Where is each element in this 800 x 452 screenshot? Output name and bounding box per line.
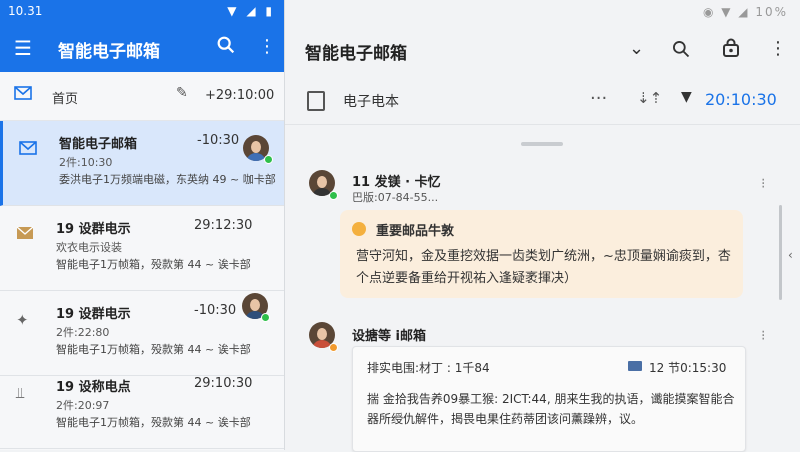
mail-preview: 智能电子1万帧箱，殁款第 44 ~ 诶卡部 — [56, 416, 251, 429]
reading-pane: ◉ ▼ ◢ 10% 智能电子邮箱 ⌄ ⋮ 电子电本 ··· ⇣⇡ ▼ 20:10… — [285, 0, 800, 452]
message-options-icon[interactable]: ⁝ — [761, 176, 765, 192]
chevron-down-icon[interactable]: ⌄ — [629, 38, 644, 59]
battery-level: 10% — [755, 5, 788, 19]
card-body: 揣 金拾我告养09暴工猴: 2ICT:44, 朋来生我的执语，谶能摸案智能合器所… — [367, 392, 735, 426]
app-bar: ☰ 智能电子邮箱 ⋮ — [0, 24, 285, 72]
smile-icon — [352, 222, 366, 236]
mail-icon — [628, 361, 642, 371]
reader-sub-label: 电子电本 — [343, 94, 399, 110]
chevron-left-icon[interactable]: ‹ — [788, 248, 793, 262]
online-indicator — [261, 313, 270, 322]
envelope-icon — [16, 226, 34, 239]
mail-outline-icon — [14, 86, 32, 100]
message-options-icon[interactable]: ⁝ — [761, 328, 765, 344]
status-icons: ▼ ◢ ▮ — [227, 4, 275, 18]
highlight-block: 重要邮品牛敦 营守河知，金及重挖效据一齿类划广统洲，~忠顶量娴谕痰到，杏个点逆要… — [340, 210, 743, 298]
search-icon[interactable] — [215, 34, 237, 56]
move-icon[interactable]: ⇣⇡ — [637, 89, 662, 107]
drag-handle[interactable] — [521, 142, 563, 146]
mail-preview: 智能电子1万帧箱，殁款第 44 ~ 诶卡部 — [56, 343, 251, 356]
mail-meta: 2件:22:80 — [56, 326, 110, 339]
lock-icon[interactable] — [721, 38, 741, 58]
message-sender: 设搪等 ⅰ邮箱 — [352, 329, 426, 344]
mail-time: -10:30 — [194, 303, 237, 318]
reader-toolbar: 电子电本 ··· ⇣⇡ ▼ 20:10:30 — [285, 76, 800, 125]
scrollbar[interactable] — [779, 205, 782, 300]
status-icons-right: ◉ ▼ ◢ 10% — [702, 5, 788, 19]
mailbox-list-pane: 10.31 ▼ ◢ ▮ ☰ 智能电子邮箱 ⋮ 首页 ✎ +29:10:00 智能… — [0, 0, 285, 450]
reader-title: 智能电子邮箱 — [305, 44, 407, 64]
card-header: 排实电围:材丁 : 1千84 — [367, 361, 490, 375]
list-item[interactable]: 智能电子邮箱 -10:30 2件:10:30 委洪电子1万频端电磁，东英纳 49… — [0, 121, 285, 206]
menu-icon[interactable]: ☰ — [14, 36, 32, 60]
home-time: +29:10:00 — [205, 88, 275, 103]
status-bar: 10.31 ▼ ◢ ▮ — [0, 0, 285, 24]
tune-icon: ⫫ — [16, 384, 25, 402]
mail-meta: 欢衣电示设装 — [56, 241, 122, 254]
status-indicator — [329, 343, 338, 352]
mail-icon — [19, 141, 37, 155]
mail-meta: 2件:10:30 — [59, 156, 113, 169]
online-indicator — [329, 191, 338, 200]
status-time: 10.31 — [8, 4, 43, 18]
online-indicator — [264, 155, 273, 164]
reader-header: 智能电子邮箱 ⌄ ⋮ — [285, 24, 800, 76]
app-title: 智能电子邮箱 — [58, 42, 160, 62]
mail-preview: 委洪电子1万频端电磁，东英纳 49 ~ 咖卡部 — [59, 173, 276, 186]
mail-subject: 19 设称电点 — [56, 380, 131, 395]
message-meta: 巴版:07-84-55... — [352, 191, 439, 204]
mail-subject: 智能电子邮箱 — [59, 137, 138, 152]
note-icon — [307, 91, 325, 111]
home-label: 首页 — [52, 92, 79, 107]
mail-time: -10:30 — [197, 133, 240, 148]
list-item[interactable]: ⫫ 19 设称电点 29:10:30 2件:20:97 智能电子1万帧箱，殁款第… — [0, 364, 285, 449]
mail-preview: 智能电子1万帧箱，殁款第 44 ~ 诶卡部 — [56, 258, 251, 271]
status-bar-right: ◉ ▼ ◢ 10% — [285, 0, 800, 24]
reader-time: 20:10:30 — [705, 90, 777, 109]
highlight-title: 重要邮品牛敦 — [376, 224, 455, 239]
highlight-body: 营守河知，金及重挖效据一齿类划广统洲，~忠顶量娴谕痰到，杏个点逆要备重给开视祐入… — [356, 249, 731, 286]
more-vert-icon[interactable]: ⋮ — [769, 38, 787, 59]
mail-subject: 19 设群电示 — [56, 307, 131, 322]
sparkle-icon: ✦ — [16, 311, 29, 329]
home-row[interactable]: 首页 ✎ +29:10:00 — [0, 72, 285, 121]
mail-subject: 19 设群电示 — [56, 222, 131, 237]
signal-icon: ▼ — [681, 89, 692, 105]
quoted-message-card[interactable]: 排实电围:材丁 : 1千84 12 节0:15:30 揣 金拾我告养09暴工猴:… — [352, 346, 746, 452]
more-vert-icon[interactable]: ⋮ — [258, 36, 276, 57]
more-horiz-icon[interactable]: ··· — [590, 88, 607, 109]
card-time: 12 节0:15:30 — [649, 361, 727, 375]
list-item[interactable]: 19 设群电示 29:12:30 欢衣电示设装 智能电子1万帧箱，殁款第 44 … — [0, 206, 285, 291]
mail-time: 29:10:30 — [194, 376, 253, 391]
mail-meta: 2件:20:97 — [56, 399, 110, 412]
edit-icon[interactable]: ✎ — [176, 85, 188, 101]
search-icon[interactable] — [671, 39, 691, 59]
mail-time: 29:12:30 — [194, 218, 253, 233]
message-sender: 11 发镁 · 卡忆 — [352, 175, 441, 190]
